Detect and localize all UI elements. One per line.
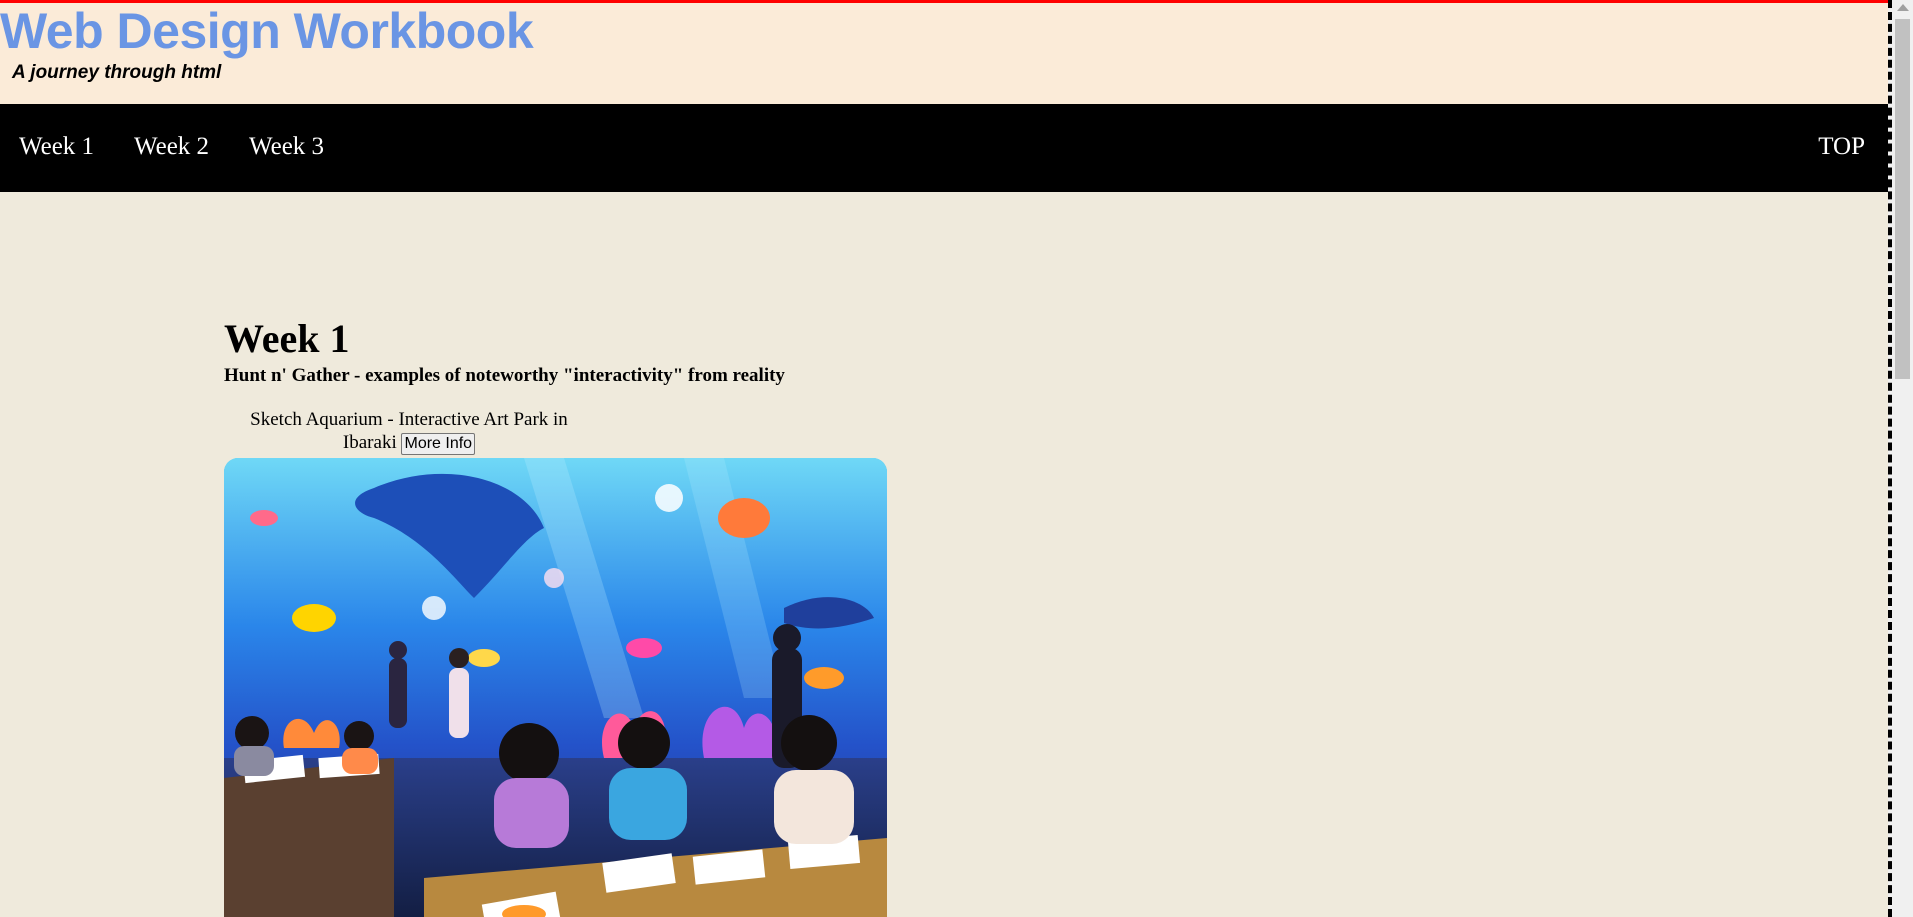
scroll-up-arrow-icon[interactable] bbox=[1897, 4, 1909, 11]
nav-item-week-3[interactable]: Week 3 bbox=[249, 132, 324, 162]
nav-item-week-1[interactable]: Week 1 bbox=[19, 132, 94, 162]
week-heading: Week 1 bbox=[224, 316, 350, 361]
site-header: Web Design Workbook A journey through ht… bbox=[0, 3, 1888, 104]
vertical-scrollbar[interactable] bbox=[1888, 0, 1913, 917]
week-subheading: Hunt n' Gather - examples of noteworthy … bbox=[224, 365, 785, 386]
site-title: Web Design Workbook bbox=[0, 3, 534, 59]
sketch-aquarium-image bbox=[224, 458, 887, 917]
nav-item-week-2[interactable]: Week 2 bbox=[134, 132, 209, 162]
site-subtitle: A journey through html bbox=[12, 62, 222, 83]
main-content: Week 1 Hunt n' Gather - examples of note… bbox=[224, 316, 924, 917]
page: Web Design Workbook A journey through ht… bbox=[0, 0, 1913, 917]
more-info-button[interactable]: More Info bbox=[401, 433, 476, 455]
card-caption-block: Sketch Aquarium - Interactive Art Park i… bbox=[224, 408, 594, 455]
nav-item-top[interactable]: TOP bbox=[1818, 132, 1865, 162]
scroll-thumb[interactable] bbox=[1895, 19, 1910, 379]
example-card: Sketch Aquarium - Interactive Art Park i… bbox=[224, 408, 887, 917]
aquarium-illustration bbox=[224, 458, 887, 917]
main-nav: Week 1 Week 2 Week 3 TOP bbox=[0, 104, 1888, 192]
